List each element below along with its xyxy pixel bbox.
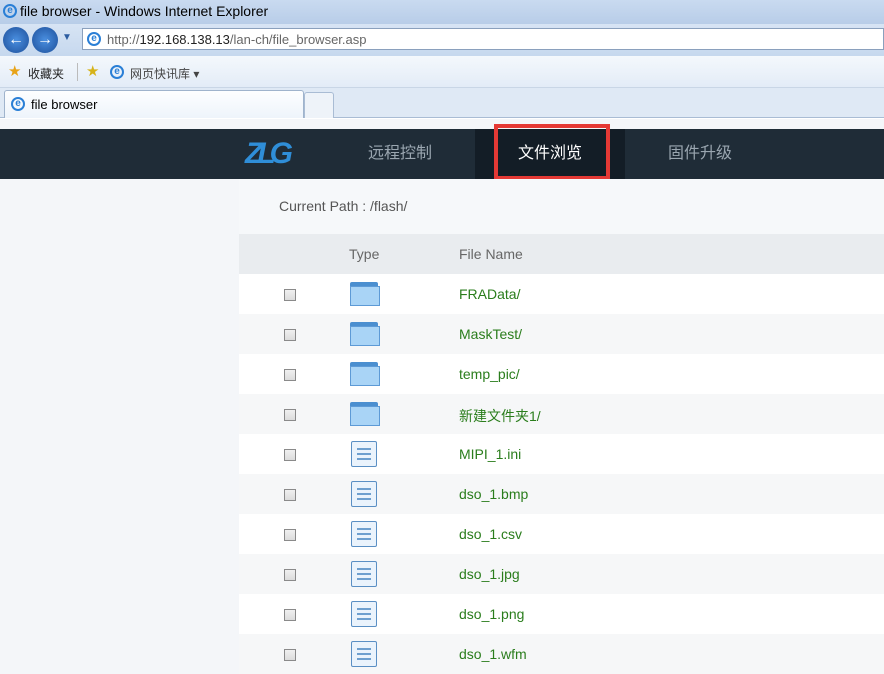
divider: [77, 63, 78, 81]
file-name-link[interactable]: FRAData/: [459, 286, 520, 302]
table-row: dso_1.jpg: [239, 554, 884, 594]
table-header: Type File Name: [239, 234, 884, 274]
back-button[interactable]: ←: [3, 27, 29, 53]
row-checkbox[interactable]: [284, 609, 296, 621]
file-browser-panel: Current Path : /flash/ Type File Name FR…: [239, 179, 884, 674]
file-icon: [351, 521, 377, 547]
folder-icon: [350, 322, 380, 346]
nav-remote-control[interactable]: 远程控制: [335, 129, 465, 179]
tab-label: file browser: [31, 97, 98, 112]
history-dropdown-icon[interactable]: ▼: [62, 32, 72, 43]
column-type: Type: [349, 246, 380, 262]
window-titlebar: e file browser - Windows Internet Explor…: [0, 0, 884, 24]
table-row: dso_1.png: [239, 594, 884, 634]
web-slice-label: 网页快讯库: [130, 67, 191, 81]
table-row: 新建文件夹1/: [239, 394, 884, 434]
file-icon: [351, 441, 377, 467]
row-checkbox[interactable]: [284, 409, 296, 421]
page-icon: e: [87, 32, 101, 46]
file-name-link[interactable]: MaskTest/: [459, 326, 522, 342]
url-host: 192.168.138.13: [139, 32, 230, 47]
row-checkbox[interactable]: [284, 489, 296, 501]
file-name-link[interactable]: dso_1.wfm: [459, 646, 527, 662]
favorites-button[interactable]: 收藏夹: [28, 65, 64, 82]
web-slice-gallery[interactable]: 网页快讯库 ▾: [130, 65, 199, 82]
highlight-box: [494, 124, 610, 180]
web-page: ZLG 远程控制 文件浏览 固件升级 Current Path : /flash…: [0, 119, 884, 674]
forward-button[interactable]: →: [32, 27, 58, 53]
top-nav: ZLG 远程控制 文件浏览 固件升级: [0, 129, 884, 179]
file-name-link[interactable]: dso_1.bmp: [459, 486, 528, 502]
tab-strip: e file browser: [0, 88, 884, 118]
window-title: file browser - Windows Internet Explorer: [20, 3, 269, 19]
table-row: temp_pic/: [239, 354, 884, 394]
file-name-link[interactable]: dso_1.csv: [459, 526, 522, 542]
row-checkbox[interactable]: [284, 329, 296, 341]
file-icon: [351, 481, 377, 507]
ie-icon: e: [3, 4, 17, 18]
folder-icon: [350, 282, 380, 306]
row-checkbox[interactable]: [284, 449, 296, 461]
row-checkbox[interactable]: [284, 289, 296, 301]
address-bar[interactable]: e http://192.168.138.13/lan-ch/file_brow…: [82, 28, 884, 50]
url-path: /lan-ch/file_browser.asp: [229, 32, 367, 47]
file-name-link[interactable]: MIPI_1.ini: [459, 446, 521, 462]
star-icon: ★: [8, 63, 22, 80]
table-row: dso_1.bmp: [239, 474, 884, 514]
file-icon: [351, 561, 377, 587]
file-icon: [351, 601, 377, 627]
new-tab-button[interactable]: [304, 92, 334, 118]
folder-icon: [350, 362, 380, 386]
table-row: dso_1.wfm: [239, 634, 884, 674]
tab-file-browser[interactable]: e file browser: [4, 90, 304, 118]
folder-icon: [350, 402, 380, 426]
current-path: Current Path : /flash/: [239, 179, 884, 234]
row-checkbox[interactable]: [284, 569, 296, 581]
feed-icon: e: [110, 65, 124, 79]
file-icon: [351, 641, 377, 667]
add-favorite-icon[interactable]: ★: [86, 62, 99, 80]
row-checkbox[interactable]: [284, 369, 296, 381]
table-row: MaskTest/: [239, 314, 884, 354]
file-name-link[interactable]: dso_1.jpg: [459, 566, 520, 582]
table-row: FRAData/: [239, 274, 884, 314]
url-prefix: http://: [107, 32, 140, 47]
favorites-bar: ★ 收藏夹 ★ e 网页快讯库 ▾: [0, 56, 884, 88]
row-checkbox[interactable]: [284, 649, 296, 661]
tab-ie-icon: e: [11, 97, 25, 111]
zlg-logo: ZLG: [245, 137, 293, 170]
navigation-bar: ← → ▼ e http://192.168.138.13/lan-ch/fil…: [0, 24, 884, 56]
file-name-link[interactable]: 新建文件夹1/: [459, 406, 541, 426]
table-row: MIPI_1.ini: [239, 434, 884, 474]
row-checkbox[interactable]: [284, 529, 296, 541]
table-row: dso_1.csv: [239, 514, 884, 554]
column-file-name: File Name: [459, 246, 523, 262]
file-name-link[interactable]: dso_1.png: [459, 606, 524, 622]
nav-firmware-upgrade[interactable]: 固件升级: [635, 129, 765, 179]
file-name-link[interactable]: temp_pic/: [459, 366, 520, 382]
